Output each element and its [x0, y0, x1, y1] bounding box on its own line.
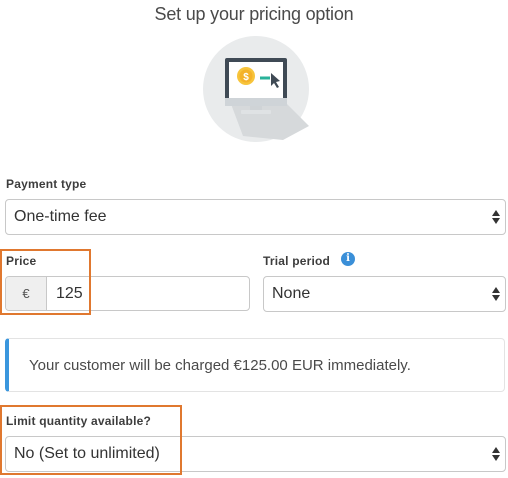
charge-notice-text: Your customer will be charged €125.00 EU…	[29, 356, 411, 374]
computer-payment-icon: $	[203, 36, 309, 142]
price-label: Price	[6, 254, 37, 268]
price-input[interactable]: € 125	[5, 276, 250, 311]
chevron-up-down-icon	[492, 287, 500, 301]
payment-type-value: One-time fee	[14, 208, 107, 225]
info-icon[interactable]: i	[341, 252, 355, 266]
price-value: 125	[56, 285, 83, 302]
limit-quantity-label: Limit quantity available?	[6, 414, 152, 428]
trial-period-value: None	[272, 285, 311, 302]
payment-type-select[interactable]: One-time fee	[5, 199, 506, 235]
svg-text:$: $	[243, 72, 249, 83]
trial-period-label: Trial period	[263, 254, 331, 268]
payment-type-label: Payment type	[6, 177, 87, 191]
limit-quantity-select[interactable]: No (Set to unlimited)	[5, 436, 506, 472]
page-title: Set up your pricing option	[154, 4, 354, 24]
trial-period-select[interactable]: None	[263, 276, 506, 312]
chevron-up-down-icon	[492, 210, 500, 224]
chevron-up-down-icon	[492, 447, 500, 461]
currency-addon: €	[6, 277, 47, 310]
limit-quantity-value: No (Set to unlimited)	[14, 445, 160, 462]
charge-notice: Your customer will be charged €125.00 EU…	[5, 338, 505, 392]
